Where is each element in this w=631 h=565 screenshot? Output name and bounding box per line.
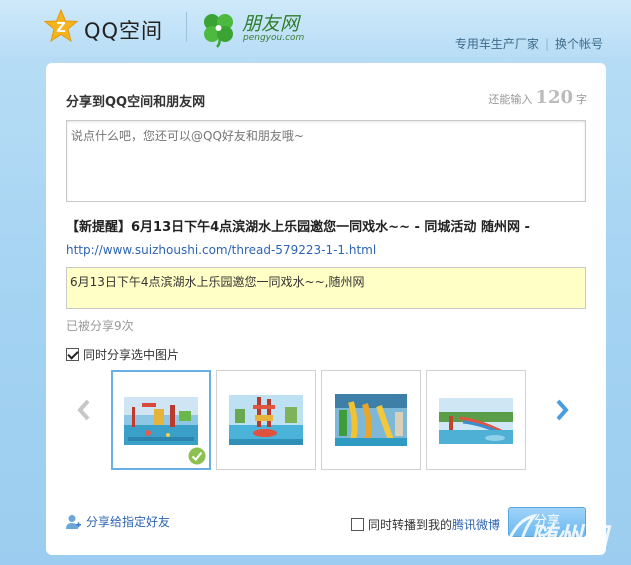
waterpark-photo-4 (439, 398, 513, 444)
waterpark-photo-3 (335, 394, 407, 446)
share-image-toggle[interactable]: 同时分享选中图片 (66, 346, 179, 362)
qzone-star-logo-icon: Z (44, 9, 78, 43)
char-remaining: 还能输入 120 字 (488, 87, 587, 108)
manufacturer-link[interactable]: 专用车生产厂家 (455, 37, 539, 51)
chevron-left-icon[interactable] (77, 398, 91, 422)
description-input[interactable]: 6月13日下午4点滨湖水上乐园邀您一同戏水~~,随州网 (66, 267, 586, 309)
top-links: 专用车生产厂家 | 换个帐号 (455, 35, 603, 52)
repost-toggle[interactable]: 同时转播到我的 腾讯微博 (351, 516, 500, 533)
logo-divider (186, 12, 187, 42)
repost-checkbox[interactable] (351, 518, 364, 531)
share-count: 已被分享9次 (66, 319, 134, 333)
share-button[interactable]: 分享 (508, 507, 586, 537)
shared-page-title: 【新提醒】6月13日下午4点滨湖水上乐园邀您一同戏水~~ - 同城活动 随州网 … (66, 220, 530, 235)
comment-input[interactable] (66, 120, 586, 202)
switch-account-link[interactable]: 换个帐号 (555, 37, 603, 51)
share-image-label: 同时分享选中图片 (83, 347, 180, 362)
remain-prefix: 还能输入 (488, 93, 533, 106)
share-panel-title: 分享到QQ空间和朋友网 (66, 95, 206, 110)
pengyou-clover-logo-icon (204, 14, 233, 48)
repost-label: 同时转播到我的 (368, 518, 453, 532)
image-thumbnail-1[interactable] (111, 370, 211, 470)
tencent-weibo-link[interactable]: 腾讯微博 (452, 516, 500, 533)
qzone-logo-text: QQ空间 (84, 19, 164, 43)
remain-count: 120 (535, 87, 573, 108)
image-thumbnail-4[interactable] (426, 370, 526, 470)
selected-check-icon (188, 447, 206, 465)
top-bar: Z QQ空间 朋友网 pengyou.com 专用车生产厂家 | 换个帐号 (0, 0, 631, 62)
pengyou-domain: pengyou.com (243, 33, 305, 43)
pengyou-logo-text: 朋友网 (242, 13, 300, 35)
share-to-friend-label: 分享给指定好友 (86, 515, 171, 529)
remain-suffix: 字 (576, 93, 587, 106)
share-image-checkbox[interactable] (66, 347, 79, 361)
image-thumbnail-2[interactable] (216, 370, 316, 470)
svg-text:Z: Z (56, 21, 65, 36)
user-add-icon (66, 514, 81, 529)
waterpark-photo-1 (124, 397, 198, 445)
shared-page-url[interactable]: http://www.suizhoushi.com/thread-579223-… (66, 243, 376, 257)
waterpark-photo-2 (229, 395, 303, 445)
link-separator: | (544, 37, 549, 51)
image-thumbnail-3[interactable] (321, 370, 421, 470)
share-to-friend-link[interactable]: 分享给指定好友 (66, 513, 170, 530)
chevron-right-icon[interactable] (555, 398, 569, 422)
share-panel: 分享到QQ空间和朋友网 还能输入120字 【新提醒】6月13日下午4点滨湖水上乐… (46, 63, 606, 555)
